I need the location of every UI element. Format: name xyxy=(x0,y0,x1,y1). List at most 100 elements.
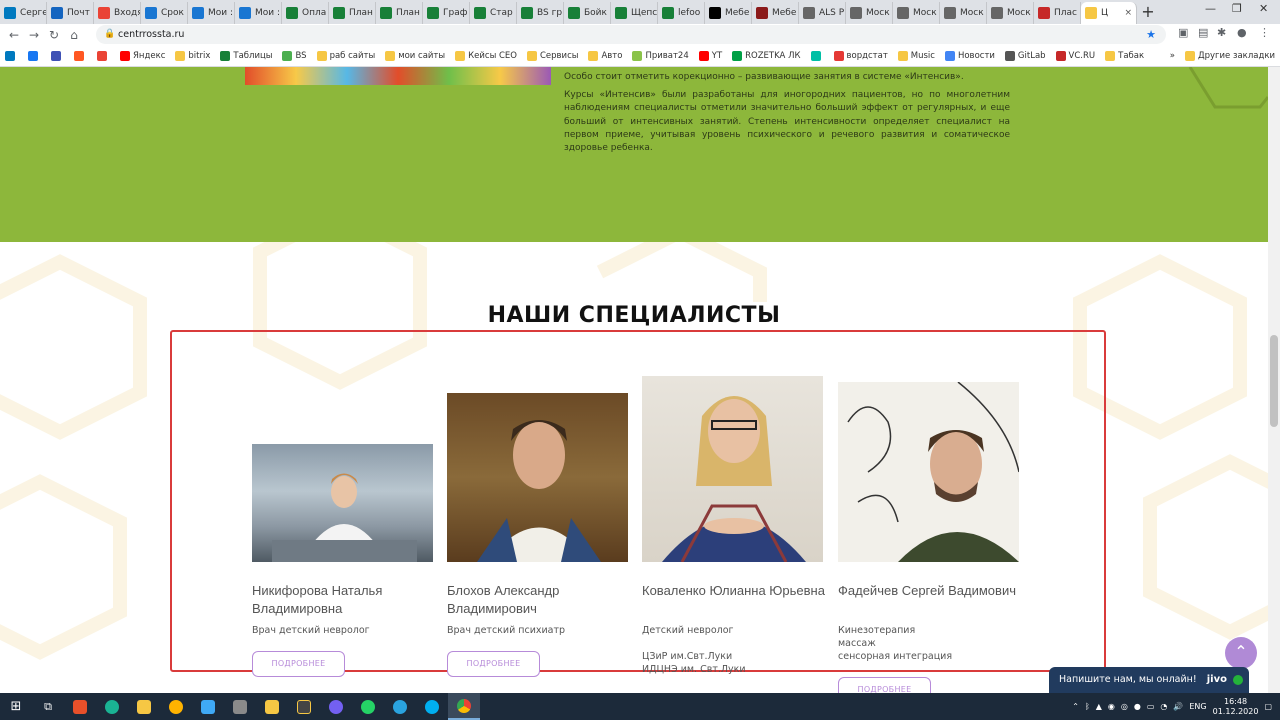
bookmark-item[interactable] xyxy=(69,50,92,61)
file-explorer-icon[interactable] xyxy=(256,693,288,720)
extension-icon[interactable]: ▣ xyxy=(1178,26,1188,39)
browser-tab-active[interactable]: Ц × xyxy=(1081,2,1137,24)
lock-icon[interactable]: 🔒 xyxy=(104,25,115,44)
minimize-icon[interactable]: — xyxy=(1205,2,1216,15)
browser-tab[interactable]: ALS P× xyxy=(799,2,846,24)
browser-tab[interactable]: Моск× xyxy=(940,2,987,24)
browser-tab[interactable]: План× xyxy=(376,2,423,24)
browser-tab[interactable]: Плас× xyxy=(1034,2,1081,24)
clock[interactable]: 16:48 01.12.2020 xyxy=(1213,697,1259,717)
tray-app-icon[interactable]: ◉ xyxy=(1108,702,1115,711)
home-icon[interactable]: ⌂ xyxy=(64,28,84,42)
taskbar-app-icon[interactable] xyxy=(64,693,96,720)
bookmark-item[interactable]: Таблицы xyxy=(215,50,277,61)
viber-icon[interactable] xyxy=(320,693,352,720)
browser-tab[interactable]: План× xyxy=(329,2,376,24)
network-icon[interactable]: ◔ xyxy=(1160,702,1167,711)
bookmark-item[interactable]: вордстат xyxy=(829,50,893,61)
taskbar-app-icon[interactable] xyxy=(96,693,128,720)
new-tab-button[interactable]: + xyxy=(1137,2,1159,24)
bookmark-item[interactable]: YT xyxy=(694,50,727,61)
browser-tab[interactable]: Мебе× xyxy=(752,2,799,24)
browser-tab[interactable]: Серге× xyxy=(0,2,47,24)
details-button[interactable]: ПОДРОБНЕЕ xyxy=(447,651,540,677)
bookmarks-more-button[interactable]: » xyxy=(1165,51,1180,61)
bookmark-item[interactable]: bitrix xyxy=(170,50,215,61)
bookmark-item[interactable]: Яндекс xyxy=(115,50,170,61)
bookmark-item[interactable]: Приват24 xyxy=(627,50,693,61)
skype-icon[interactable] xyxy=(416,693,448,720)
forward-icon[interactable]: → xyxy=(24,28,44,42)
browser-tab[interactable]: Мебе× xyxy=(705,2,752,24)
browser-tab[interactable]: Моск× xyxy=(987,2,1034,24)
language-indicator[interactable]: ENG xyxy=(1189,702,1206,711)
bookmark-star-icon[interactable]: ★ xyxy=(1146,25,1156,44)
bookmark-item[interactable] xyxy=(806,50,829,61)
page-scrollbar[interactable] xyxy=(1268,67,1280,693)
taskbar-app-icon[interactable] xyxy=(160,693,192,720)
browser-tab[interactable]: Входя× xyxy=(94,2,141,24)
volume-icon[interactable]: 🔊 xyxy=(1173,702,1183,711)
other-bookmarks[interactable]: Другие закладки xyxy=(1180,50,1280,61)
browser-tab[interactable]: Мои :× xyxy=(188,2,235,24)
puzzle-icon[interactable]: ✱ xyxy=(1217,26,1226,39)
bookmark-item[interactable]: Авто xyxy=(583,50,627,61)
whatsapp-icon[interactable] xyxy=(352,693,384,720)
scrollbar-thumb[interactable] xyxy=(1270,335,1278,427)
back-icon[interactable]: ← xyxy=(4,28,24,42)
bookmark-item[interactable]: раб сайты xyxy=(312,50,381,61)
address-bar[interactable]: 🔒 centrrossta.ru ★ xyxy=(96,25,1166,44)
details-button[interactable]: ПОДРОБНЕЕ xyxy=(838,677,931,693)
bookmark-item[interactable]: Табак xyxy=(1100,50,1149,61)
telegram-icon[interactable] xyxy=(384,693,416,720)
browser-tab[interactable]: Срок× xyxy=(141,2,188,24)
browser-tab[interactable]: Моск× xyxy=(846,2,893,24)
close-icon[interactable]: ✕ xyxy=(1259,2,1268,15)
bookmark-item[interactable]: Music xyxy=(893,50,940,61)
browser-tab[interactable]: Моск× xyxy=(893,2,940,24)
scroll-up-button[interactable]: ⌃ xyxy=(1225,637,1257,669)
bluetooth-icon[interactable]: ᛒ xyxy=(1085,702,1090,711)
calculator-icon[interactable] xyxy=(224,693,256,720)
tray-app-icon[interactable]: ● xyxy=(1134,702,1141,711)
maximize-icon[interactable]: ❐ xyxy=(1232,2,1242,15)
bookmark-item[interactable]: BS xyxy=(277,50,311,61)
bookmark-item[interactable]: ROZETKA ЛК xyxy=(727,50,805,61)
details-button[interactable]: ПОДРОБНЕЕ xyxy=(252,651,345,677)
taskbar-app-icon[interactable] xyxy=(288,693,320,720)
bookmark-item[interactable] xyxy=(0,50,23,61)
taskbar-app-icon[interactable] xyxy=(192,693,224,720)
browser-tab[interactable]: Опла× xyxy=(282,2,329,24)
bookmark-item[interactable] xyxy=(46,50,69,61)
bookmark-item[interactable]: Кейсы СЕО xyxy=(450,50,522,61)
chrome-icon[interactable] xyxy=(448,693,480,720)
bookmark-item[interactable]: GitLab xyxy=(1000,50,1051,61)
bookmark-item[interactable]: VC.RU xyxy=(1051,50,1101,61)
chevron-up-icon[interactable]: ⌃ xyxy=(1072,702,1079,711)
browser-tab[interactable]: Стар× xyxy=(470,2,517,24)
profile-avatar[interactable]: ● xyxy=(1237,26,1247,39)
tray-app-icon[interactable]: ▲ xyxy=(1096,702,1102,711)
browser-tab[interactable]: Бойк× xyxy=(564,2,611,24)
task-view-icon[interactable]: ⧉ xyxy=(32,693,64,720)
bookmark-item[interactable] xyxy=(92,50,115,61)
taskbar-app-icon[interactable] xyxy=(128,693,160,720)
menu-icon[interactable]: ⋮ xyxy=(1259,26,1270,39)
tray-app-icon[interactable]: ◎ xyxy=(1121,702,1128,711)
browser-tab[interactable]: Мои :× xyxy=(235,2,282,24)
browser-tab[interactable]: lefoo× xyxy=(658,2,705,24)
extension-icon[interactable]: ▤ xyxy=(1198,26,1208,39)
bookmark-item[interactable]: Новости xyxy=(940,50,1000,61)
bookmark-item[interactable] xyxy=(23,50,46,61)
reload-icon[interactable]: ↻ xyxy=(44,28,64,42)
bookmark-item[interactable]: Сервисы xyxy=(522,50,583,61)
browser-tab[interactable]: Почт× xyxy=(47,2,94,24)
tab-close-icon[interactable]: × xyxy=(1124,8,1132,18)
windows-start-icon[interactable]: ⊞ xyxy=(0,693,32,720)
notifications-icon[interactable]: ▢ xyxy=(1264,702,1272,711)
battery-icon[interactable]: ▭ xyxy=(1147,702,1155,711)
browser-tab[interactable]: BS гр× xyxy=(517,2,564,24)
bookmark-item[interactable]: мои сайты xyxy=(380,50,450,61)
chat-widget[interactable]: Напишите нам, мы онлайн! jivo xyxy=(1049,667,1249,693)
browser-tab[interactable]: Граф× xyxy=(423,2,470,24)
